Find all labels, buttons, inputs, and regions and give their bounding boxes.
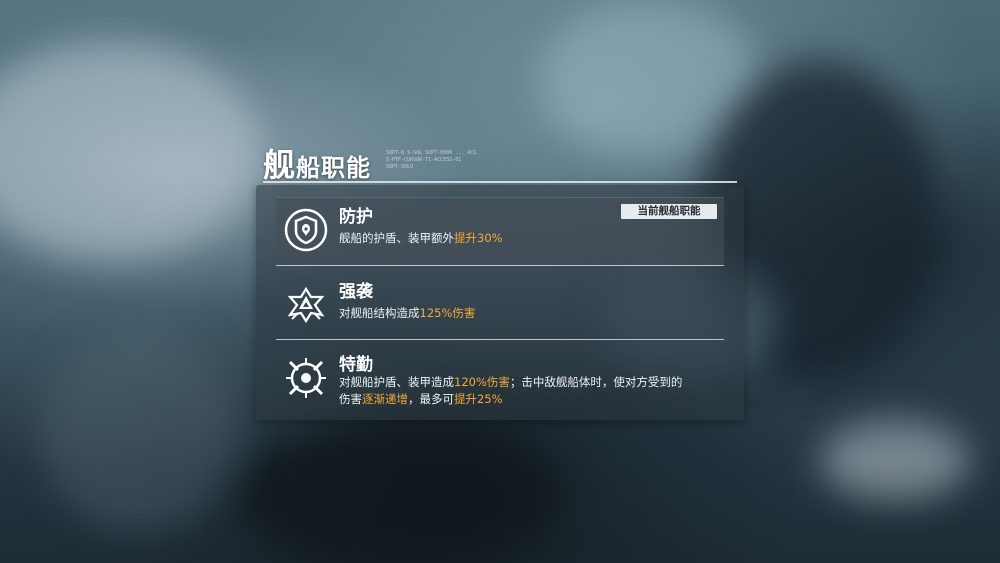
role-divider xyxy=(276,265,724,266)
role-option-defense[interactable]: 防护 舰船的护盾、装甲额外提升30% 当前舰船职能 xyxy=(276,197,724,266)
current-role-badge: 当前舰船职能 xyxy=(621,204,717,219)
page-title: 舰船职能 xyxy=(263,146,372,184)
assault-star-icon xyxy=(284,283,328,327)
role-description: 舰船的护盾、装甲额外提升30% xyxy=(339,231,503,245)
role-option-assault[interactable]: 强袭 对舰船结构造成125%伤害 xyxy=(276,273,724,341)
role-option-special[interactable]: 特勤 对舰船护盾、装甲造成120%伤害；击中敌舰船体时，使对方受到的 伤害逐渐递… xyxy=(276,346,724,416)
title-divider xyxy=(263,181,737,183)
role-description: 对舰船结构造成125%伤害 xyxy=(339,306,476,320)
role-name: 强袭 xyxy=(339,282,373,302)
role-divider xyxy=(276,339,724,340)
crosshair-icon xyxy=(284,356,328,400)
role-description: 对舰船护盾、装甲造成120%伤害；击中敌舰船体时，使对方受到的 伤害逐渐递增，最… xyxy=(339,375,683,406)
role-name: 防护 xyxy=(339,207,373,227)
role-name: 特勤 xyxy=(339,355,373,375)
shield-icon xyxy=(284,208,328,252)
title-decoration-text: SOPT-6 S-SOL SOPT-0000 ... ACS S-PTF-CUR… xyxy=(386,150,477,170)
